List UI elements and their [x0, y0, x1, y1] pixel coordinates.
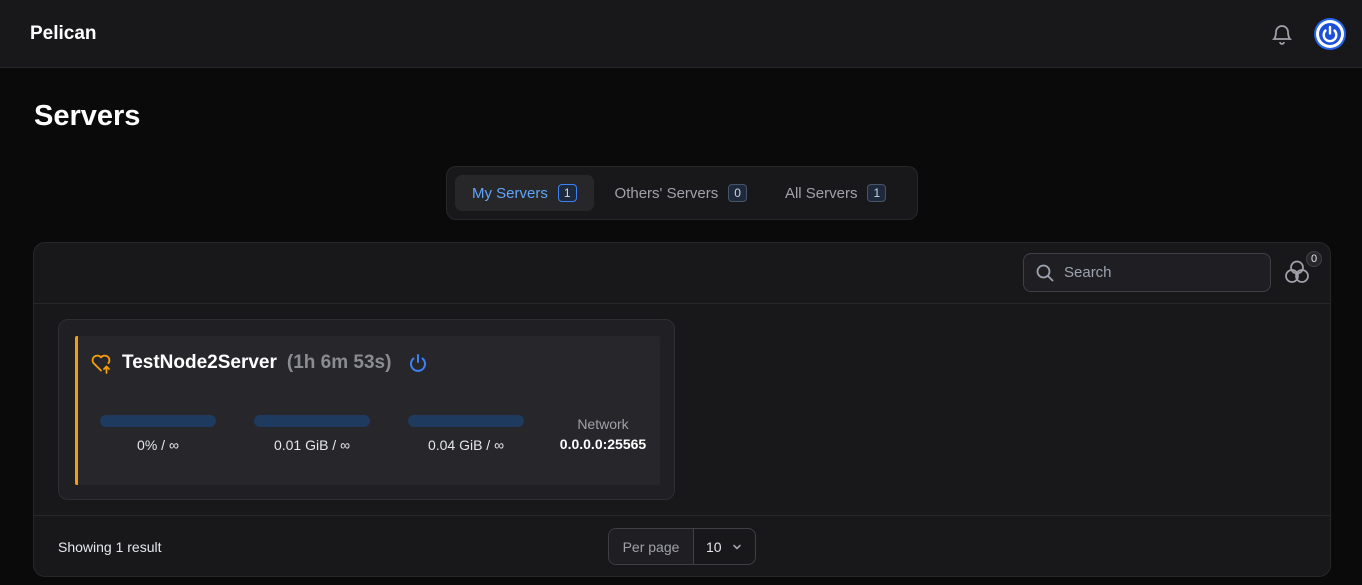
server-uptime: (1h 6m 53s) — [286, 352, 392, 373]
disk-stat: 0.04 GiB / ∞ — [408, 415, 524, 453]
tab-label: Others' Servers — [614, 184, 719, 202]
server-title-row: TestNode2Server (1h 6m 53s) — [90, 352, 429, 374]
per-page-select[interactable]: 10 — [694, 529, 755, 564]
page-title: Servers — [34, 100, 141, 132]
result-count: Showing 1 result — [58, 539, 162, 555]
power-icon — [1316, 19, 1344, 48]
filter-count-badge: 0 — [1306, 251, 1322, 267]
power-icon[interactable] — [407, 352, 429, 374]
heart-status-icon — [91, 354, 111, 374]
tab-count-badge: 1 — [867, 184, 887, 202]
cpu-usage-value: 0% / ∞ — [137, 437, 179, 453]
bell-icon[interactable] — [1270, 22, 1294, 46]
user-avatar[interactable] — [1314, 17, 1346, 50]
tab-label: All Servers — [784, 184, 858, 202]
search-icon — [1036, 264, 1054, 281]
tab-all-servers[interactable]: All Servers 1 — [768, 175, 903, 211]
search-box[interactable] — [1023, 253, 1271, 292]
servers-panel: 0 TestNode2Server (1h 6m 53s) 0% / ∞ — [33, 242, 1331, 577]
server-card-body: TestNode2Server (1h 6m 53s) 0% / ∞ 0.01 … — [75, 336, 660, 485]
cpu-stat: 0% / ∞ — [100, 415, 216, 453]
tab-count-badge: 1 — [557, 184, 577, 202]
network-label: Network — [577, 416, 629, 432]
server-card[interactable]: TestNode2Server (1h 6m 53s) 0% / ∞ 0.01 … — [58, 319, 675, 500]
per-page-control: Per page 10 — [608, 528, 756, 565]
app-title[interactable]: Pelican — [30, 23, 97, 45]
network-stat: Network 0.0.0.0:25565 — [548, 416, 658, 452]
chevron-down-icon — [733, 544, 741, 549]
tab-my-servers[interactable]: My Servers 1 — [455, 175, 594, 211]
top-bar: Pelican — [0, 0, 1362, 68]
panel-header: 0 — [34, 243, 1330, 304]
network-address: 0.0.0.0:25565 — [559, 436, 647, 452]
server-tabs: My Servers 1 Others' Servers 0 All Serve… — [446, 166, 918, 220]
panel-footer: Showing 1 result Per page 10 — [34, 515, 1330, 576]
memory-stat: 0.01 GiB / ∞ — [254, 415, 370, 453]
tab-others-servers[interactable]: Others' Servers 0 — [598, 175, 764, 211]
per-page-label: Per page — [609, 529, 694, 564]
top-actions — [1270, 17, 1346, 50]
cpu-usage-bar — [100, 415, 216, 427]
server-name[interactable]: TestNode2Server — [122, 352, 277, 374]
tab-count-badge: 0 — [728, 184, 747, 202]
disk-usage-bar — [408, 415, 524, 427]
tab-label: My Servers — [472, 184, 548, 202]
disk-usage-value: 0.04 GiB / ∞ — [427, 437, 505, 453]
per-page-value: 10 — [706, 538, 722, 555]
search-input[interactable] — [1064, 264, 1254, 281]
memory-usage-value: 0.01 GiB / ∞ — [273, 437, 351, 453]
memory-usage-bar — [254, 415, 370, 427]
